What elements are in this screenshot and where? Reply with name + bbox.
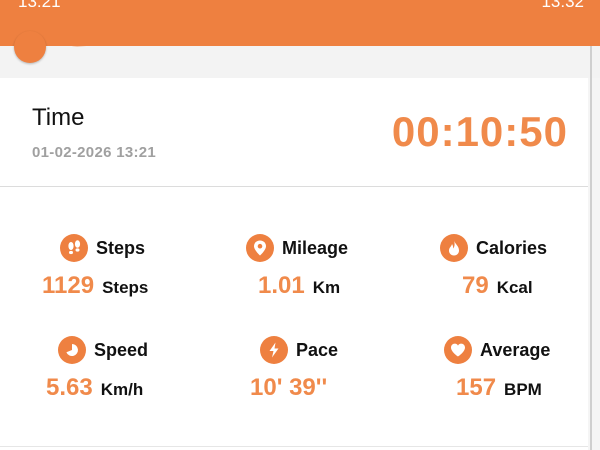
pace-value: 10' 39'' [250,374,328,401]
stat-label: Steps [96,237,146,258]
stat-label: Pace [296,339,339,360]
stat-label: Mileage [282,237,349,258]
lightning-icon [260,336,288,364]
clock-icon [58,336,86,364]
top-bar: 13:21 13:32 [0,0,600,46]
average-unit: BPM [504,380,542,399]
mileage-unit: Km [312,278,341,297]
workout-date: 01-02-2026 13:21 [32,144,157,161]
steps-unit: Steps [102,278,149,297]
footprints-icon [60,234,88,262]
stat-label: Average [480,339,551,360]
calories-value: 79 [462,272,489,299]
workout-summary-card: Time 01-02-2026 13:21 00:10:50 Steps 112… [0,78,588,450]
location-pin-icon [246,234,274,262]
calories-unit: Kcal [496,278,533,297]
divider [0,186,588,187]
speed-value: 5.63 [46,374,93,401]
status-time-left: 13:21 [18,0,61,11]
mileage-value: 1.01 [258,272,305,299]
stat-label: Calories [476,237,548,258]
average-value: 157 [456,374,497,401]
flame-icon [440,234,468,262]
stat-label: Speed [94,339,149,360]
duration-value: 00:10:50 [391,108,568,155]
scrollbar[interactable] [590,46,592,450]
heart-icon [444,336,472,364]
timeline-handle[interactable] [14,31,46,63]
divider [0,446,588,447]
steps-value: 1129 [42,272,95,299]
speed-unit: Km/h [100,380,144,399]
status-time-right: 13:32 [541,0,584,11]
time-title: Time [32,104,85,131]
timeline-strip[interactable] [0,31,600,78]
